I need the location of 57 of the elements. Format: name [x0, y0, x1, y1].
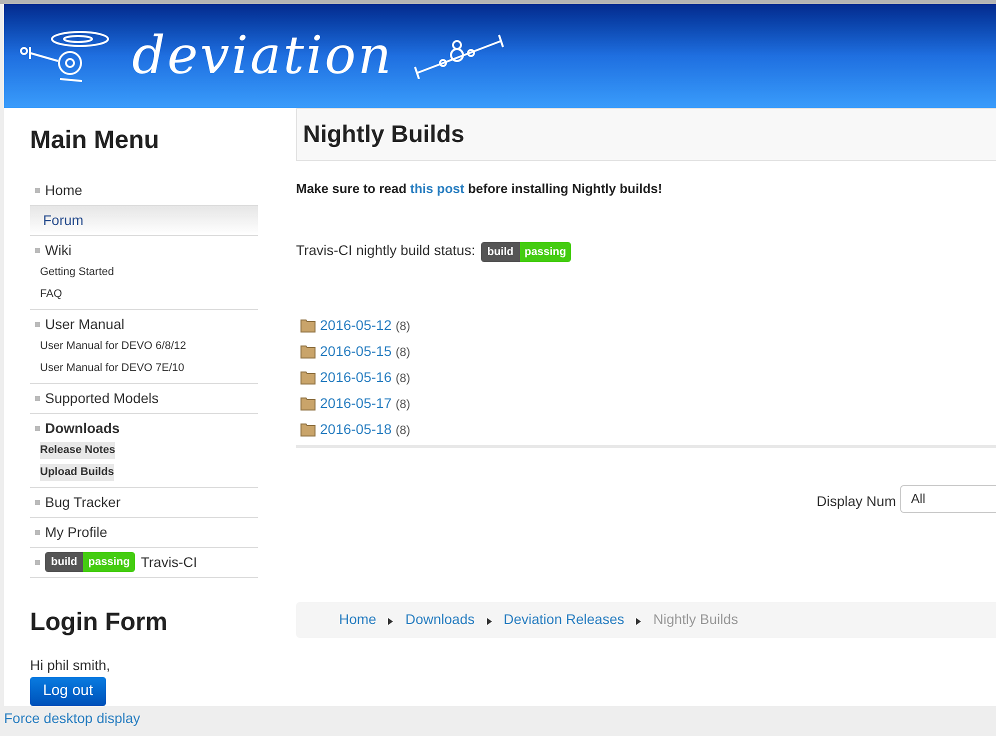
menu-link[interactable]: Forum [43, 210, 84, 230]
menu-link[interactable]: User Manual [45, 314, 124, 334]
folder-icon [300, 370, 316, 385]
bullet-icon [35, 560, 40, 564]
menu-link[interactable]: My Profile [45, 522, 108, 542]
folder-link[interactable]: 2016-05-17 [320, 393, 392, 414]
breadcrumb-link[interactable]: Downloads [405, 609, 475, 630]
bullet-icon [35, 396, 40, 400]
bullet-icon [35, 426, 40, 430]
greeting-text: Hi phil smith, [30, 656, 112, 675]
page-title: Nightly Builds [303, 120, 464, 150]
notice-text: Make sure to read this post before installing Nightly builds! [296, 180, 664, 198]
separator-icon [388, 618, 394, 624]
separator-icon [486, 618, 492, 624]
item-count: (8) [396, 422, 410, 438]
display-num-label: Display Num [816, 492, 896, 511]
separator-icon [636, 618, 642, 624]
bullet-icon [35, 248, 40, 252]
menu-link[interactable]: Bug Tracker [45, 492, 120, 512]
logout-button[interactable]: Log out [30, 677, 106, 706]
desktop-display-link[interactable]: Force desktop display [0, 706, 996, 729]
breadcrumb-link[interactable]: Home [339, 609, 376, 630]
folder-icon [300, 344, 316, 359]
submenu-link[interactable]: Upload Builds [40, 464, 114, 481]
menu-link[interactable]: Downloads [45, 418, 120, 438]
submenu-link[interactable]: Getting Started [40, 264, 114, 281]
submenu-link[interactable]: User Manual for DEVO 7E/10 [40, 360, 184, 377]
folder-link[interactable]: 2016-05-15 [320, 341, 392, 362]
bullet-icon [35, 530, 40, 534]
submenu-link[interactable]: FAQ [40, 286, 62, 303]
folder-link[interactable]: 2016-05-18 [320, 419, 392, 440]
bullet-icon [35, 188, 40, 192]
item-count: (8) [396, 370, 410, 386]
item-count: (8) [396, 396, 410, 412]
status-label: Travis-CI nightly build status: [296, 241, 476, 260]
login-heading: Login Form [30, 606, 168, 638]
folder-icon [300, 396, 316, 411]
folder-icon [300, 422, 316, 437]
breadcrumb-link[interactable]: Deviation Releases [504, 609, 624, 630]
menu-link[interactable]: Travis-CI [140, 552, 198, 572]
menu-heading: Main Menu [30, 125, 160, 156]
item-count: (8) [396, 318, 410, 334]
current-page-label: Nightly Builds [653, 610, 738, 629]
item-count: (8) [396, 344, 410, 360]
menu-link[interactable]: Supported Models [45, 388, 159, 408]
submenu-link[interactable]: Release Notes [40, 442, 116, 459]
bullet-icon [35, 322, 40, 326]
site-logo[interactable]: deviation [132, 30, 394, 82]
menu-link[interactable]: Home [45, 180, 82, 200]
folder-link[interactable]: 2016-05-12 [320, 315, 392, 336]
bullet-icon [35, 500, 40, 504]
post-link[interactable]: this post [410, 181, 464, 196]
folder-icon [300, 318, 316, 333]
menu-link[interactable]: Wiki [45, 240, 72, 260]
folder-link[interactable]: 2016-05-16 [320, 367, 392, 388]
submenu-link[interactable]: User Manual for DEVO 6/8/12 [40, 338, 186, 355]
display-num-select[interactable]: All [900, 484, 996, 512]
